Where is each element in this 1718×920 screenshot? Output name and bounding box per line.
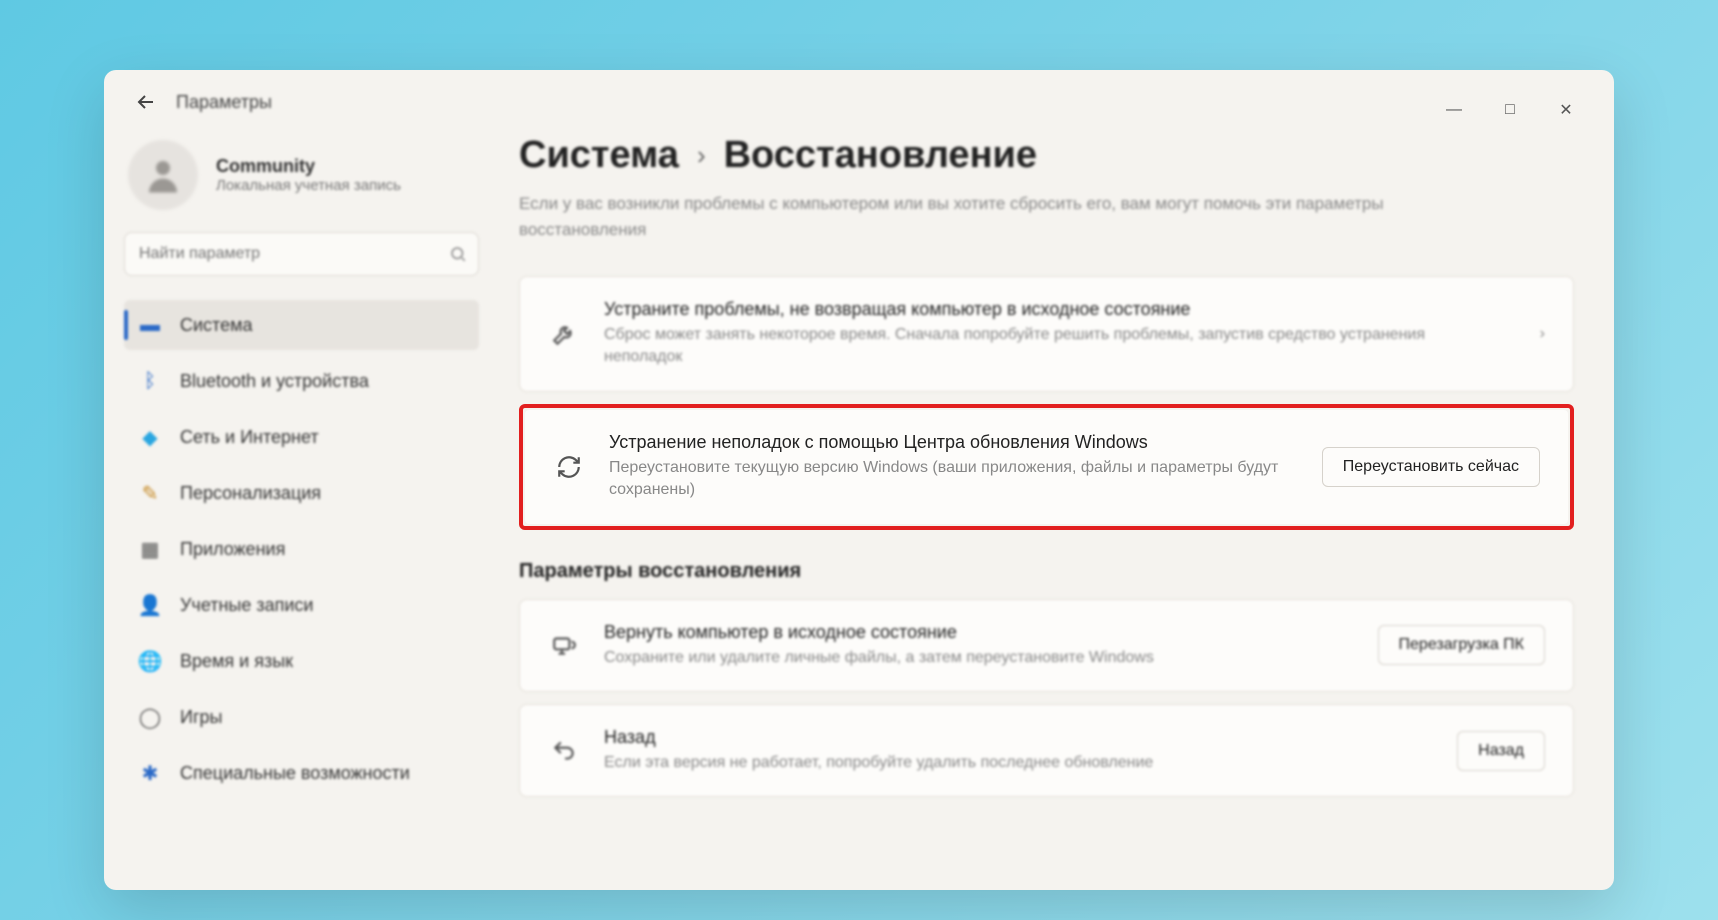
system-icon: ▬ xyxy=(138,313,162,337)
sidebar-item-label: Приложения xyxy=(180,539,285,560)
go-back-button[interactable]: Назад xyxy=(1457,731,1545,771)
sidebar-item-label: Учетные записи xyxy=(180,595,313,616)
maximize-button[interactable]: □ xyxy=(1492,92,1528,128)
sidebar-item-bluetooth[interactable]: ᛒ Bluetooth и устройства xyxy=(124,356,479,406)
sidebar-item-personalization[interactable]: ✎ Персонализация xyxy=(124,468,479,518)
highlighted-card: Устранение неполадок с помощью Центра об… xyxy=(519,404,1574,530)
sidebar-item-label: Персонализация xyxy=(180,483,321,504)
reinstall-now-button[interactable]: Переустановить сейчас xyxy=(1322,447,1540,487)
back-icon[interactable] xyxy=(134,90,158,114)
card-title: Устранение неполадок с помощью Центра об… xyxy=(609,432,1169,453)
sidebar-item-label: Игры xyxy=(180,707,222,728)
avatar xyxy=(128,140,198,210)
section-title-recovery: Параметры восстановления xyxy=(519,560,1574,583)
gaming-icon: ◯ xyxy=(138,705,162,729)
bluetooth-icon: ᛒ xyxy=(138,369,162,393)
sidebar-item-label: Время и язык xyxy=(180,651,293,672)
card-title: Вернуть компьютер в исходное состояние xyxy=(604,622,1338,643)
sidebar-item-label: Система xyxy=(180,315,253,336)
sidebar-item-network[interactable]: ◆ Сеть и Интернет xyxy=(124,412,479,462)
wrench-icon xyxy=(548,318,580,350)
card-desc: Переустановите текущую версию Windows (в… xyxy=(609,457,1282,502)
breadcrumb-parent[interactable]: Система xyxy=(519,134,679,177)
card-troubleshoot[interactable]: Устраните проблемы, не возвращая компьют… xyxy=(519,276,1574,392)
personalization-icon: ✎ xyxy=(138,481,162,505)
window-controls: — □ ✕ xyxy=(1416,88,1604,132)
user-block[interactable]: Community Локальная учетная запись xyxy=(124,134,479,226)
reset-pc-button[interactable]: Перезагрузка ПК xyxy=(1378,625,1545,665)
sidebar-item-label: Специальные возможности xyxy=(180,763,410,784)
settings-window: — □ ✕ Параметры Community Локальная учет… xyxy=(104,70,1614,890)
network-icon: ◆ xyxy=(138,425,162,449)
sidebar-item-time-language[interactable]: 🌐 Время и язык xyxy=(124,636,479,686)
apps-icon: ▦ xyxy=(138,537,162,561)
chevron-right-icon: › xyxy=(697,140,706,171)
search-wrap xyxy=(124,232,479,276)
minimize-button[interactable]: — xyxy=(1436,92,1472,128)
sidebar-item-gaming[interactable]: ◯ Игры xyxy=(124,692,479,742)
page-subtitle: Если у вас возникли проблемы с компьютер… xyxy=(519,191,1419,242)
header: Параметры xyxy=(104,70,1614,124)
card-desc: Сброс может занять некоторое время. Снач… xyxy=(604,324,1500,369)
sidebar-item-label: Сеть и Интернет xyxy=(180,427,319,448)
accessibility-icon: ✱ xyxy=(138,761,162,785)
app-title: Параметры xyxy=(176,92,272,113)
refresh-icon xyxy=(553,451,585,483)
time-language-icon: 🌐 xyxy=(138,649,162,673)
card-title: Назад xyxy=(604,727,1417,748)
go-back-icon xyxy=(548,735,580,767)
close-button[interactable]: ✕ xyxy=(1548,92,1584,128)
breadcrumb-current: Восстановление xyxy=(724,134,1037,177)
user-account-type: Локальная учетная запись xyxy=(216,177,401,194)
sidebar-item-accounts[interactable]: 👤 Учетные записи xyxy=(124,580,479,630)
search-input[interactable] xyxy=(124,232,479,276)
reset-pc-icon xyxy=(548,629,580,661)
card-go-back: Назад Если эта версия не работает, попро… xyxy=(519,704,1574,797)
card-reset-pc: Вернуть компьютер в исходное состояние С… xyxy=(519,599,1574,692)
card-title: Устраните проблемы, не возвращая компьют… xyxy=(604,299,1500,320)
chevron-right-icon: › xyxy=(1540,325,1545,343)
sidebar: Community Локальная учетная запись ▬ Сис… xyxy=(104,124,499,884)
card-desc: Если эта версия не работает, попробуйте … xyxy=(604,752,1417,774)
sidebar-item-system[interactable]: ▬ Система xyxy=(124,300,479,350)
card-windows-update-repair: Устранение неполадок с помощью Центра об… xyxy=(525,410,1568,524)
user-name: Community xyxy=(216,156,401,177)
accounts-icon: 👤 xyxy=(138,593,162,617)
sidebar-item-label: Bluetooth и устройства xyxy=(180,371,369,392)
search-icon xyxy=(449,245,467,263)
breadcrumb: Система › Восстановление xyxy=(519,134,1574,177)
sidebar-item-apps[interactable]: ▦ Приложения xyxy=(124,524,479,574)
main: Система › Восстановление Если у вас возн… xyxy=(499,124,1614,884)
card-desc: Сохраните или удалите личные файлы, а за… xyxy=(604,647,1338,669)
sidebar-item-accessibility[interactable]: ✱ Специальные возможности xyxy=(124,748,479,798)
